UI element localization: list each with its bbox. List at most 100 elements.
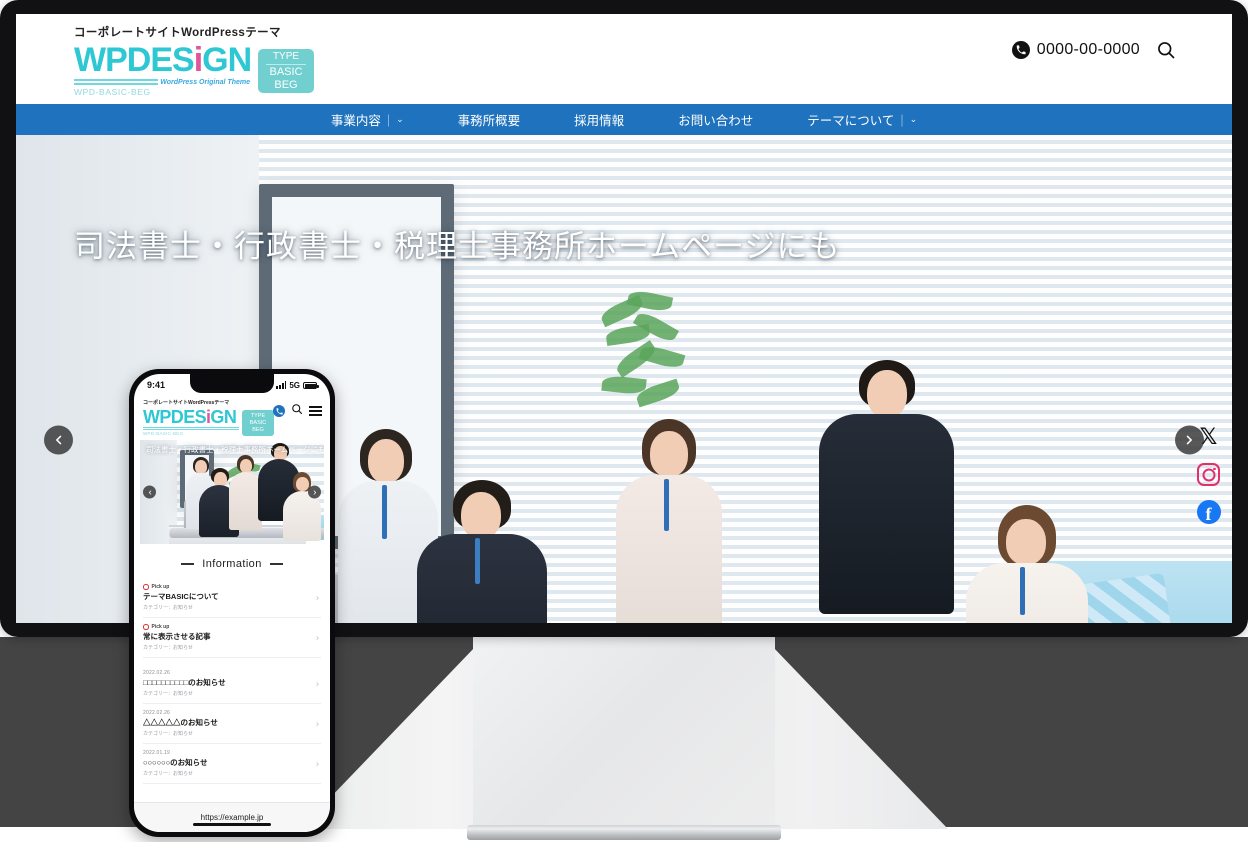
logo-word-b: GN [202, 41, 252, 79]
phone-logo-wordmark: WPDESiGN [143, 408, 239, 426]
logo-rules: WordPress Original Theme [74, 79, 252, 86]
logo-word-i: i [193, 41, 204, 79]
x-icon[interactable]: 𝕏 [1196, 425, 1221, 450]
nav-label-contact: お問い合わせ [678, 114, 754, 128]
phone-icon [1011, 41, 1030, 59]
phone-link[interactable]: 0000-00-0000 [1011, 41, 1140, 59]
phone-url-text: https://example.jp [200, 813, 264, 822]
hero-title: 司法書士・行政書士・税理士事務所ホームページにも [74, 229, 841, 264]
nav-label-about-theme: テーマについて [807, 114, 895, 128]
news-list: Pick up テーマBASICについて カテゴリー：お知らせ › Pick u… [134, 578, 330, 784]
brand-logo[interactable]: コーポレートサイトWordPressテーマ WPDESiGN WordPress… [74, 24, 314, 97]
news-title: テーマBASICについて [143, 592, 219, 601]
chevron-right-icon: › [316, 758, 319, 768]
chevron-right-icon: › [316, 632, 319, 642]
instagram-icon[interactable] [1196, 462, 1221, 487]
pickup-label: Pick up [151, 584, 170, 590]
home-indicator [193, 822, 271, 826]
news-category: カテゴリー：お知らせ [143, 605, 193, 611]
facebook-icon[interactable]: f [1196, 499, 1221, 524]
logo-wordmark: WPDESiGN [74, 43, 252, 77]
phone-screen: 9:41 5G コーポレートサイトWordPressテーマ WPDESiGN W… [134, 374, 330, 832]
information-heading-text: Information [202, 558, 262, 570]
monitor-stand-column [473, 637, 775, 827]
news-category: カテゴリー：お知らせ [143, 645, 193, 651]
chevron-down-icon: ⌄ [396, 114, 404, 124]
phone-logo-b: GN [210, 407, 237, 427]
chevron-right-icon: › [316, 718, 319, 728]
chevron-down-icon-2: ⌄ [909, 114, 918, 124]
news-title: ○○○○○○のお知らせ [143, 758, 208, 767]
news-date: 2022.02.26 [143, 710, 171, 716]
monitor-backdrop-right [948, 637, 1248, 827]
nav-label-recruit: 採用情報 [574, 114, 625, 128]
news-category: カテゴリー：お知らせ [143, 771, 193, 777]
list-item[interactable]: Pick up 常に表示させる記事 カテゴリー：お知らせ › [143, 618, 321, 658]
phone-call-icon[interactable] [273, 405, 285, 417]
pickup-badge: Pick up [143, 624, 307, 630]
header-utility: 0000-00-0000 [1011, 40, 1176, 60]
search-icon[interactable] [1156, 40, 1176, 60]
phone-badge-beg: BEG [252, 426, 264, 433]
type-badge: TYPE BASIC BEG [258, 49, 314, 93]
heading-rule-left [181, 563, 195, 565]
news-date: 2022.02.26 [143, 670, 171, 676]
nav-item-services[interactable]: 事業内容 | ⌄ [304, 110, 431, 129]
social-links: 𝕏 f [1196, 425, 1221, 524]
phone-search-icon[interactable] [291, 402, 303, 420]
carousel-prev-button[interactable] [44, 425, 73, 454]
nav-item-about-theme[interactable]: テーマについて | ⌄ [780, 110, 944, 129]
network-label: 5G [289, 380, 300, 390]
mobile-phone-mockup: 9:41 5G コーポレートサイトWordPressテーマ WPDESiGN W… [129, 369, 335, 837]
monitor-stand-foot [467, 825, 781, 840]
heading-rule-right [269, 563, 283, 565]
signal-icon [276, 381, 287, 389]
phone-logo-a: WPDES [143, 407, 207, 427]
phone-hero-carousel: 司法書士・行政書士・税理士事務所ホームページにも [140, 440, 324, 544]
phone-site-header: コーポレートサイトWordPressテーマ WPDESiGN WPD-BASIC… [134, 396, 330, 436]
phone-number: 0000-00-0000 [1036, 41, 1140, 58]
status-indicators: 5G [276, 380, 319, 390]
news-category: カテゴリー：お知らせ [143, 691, 193, 697]
badge-type-label: TYPE [272, 51, 300, 62]
information-heading: Information [134, 558, 330, 570]
phone-url-bar[interactable]: https://example.jp [134, 802, 330, 832]
hamburger-menu-icon[interactable] [309, 406, 322, 416]
logo-subtext: WPD-BASIC-BEG [74, 87, 151, 97]
news-date: 2022.01.19 [143, 750, 171, 756]
phone-hero-image [140, 440, 324, 544]
chevron-right-icon: › [316, 678, 319, 688]
phone-status-bar: 9:41 5G [134, 374, 330, 396]
phone-carousel-next-button[interactable] [308, 485, 321, 499]
phone-type-badge: TYPE BASIC BEG [242, 410, 274, 436]
page-root: コーポレートサイトWordPressテーマ WPDESiGN WordPress… [0, 0, 1248, 842]
phone-hero-title: 司法書士・行政書士・税理士事務所ホームページにも [146, 445, 324, 454]
phone-logo-mark: WPDESiGN WPD-BASIC-BEG [143, 408, 239, 436]
site-header: コーポレートサイトWordPressテーマ WPDESiGN WordPress… [16, 14, 1232, 104]
list-item[interactable]: 2022.01.19 ○○○○○○のお知らせ カテゴリー：お知らせ › [143, 744, 321, 784]
phone-badge-basic: BASIC [249, 419, 267, 426]
list-item[interactable]: 2022.02.26 △△△△△のお知らせ カテゴリー：お知らせ › [143, 704, 321, 744]
nav-divider: | [386, 112, 391, 127]
phone-logo-rules [143, 427, 239, 430]
pickup-label: Pick up [151, 624, 170, 630]
nav-item-recruit[interactable]: 採用情報 [547, 110, 651, 129]
news-title: △△△△△のお知らせ [143, 718, 218, 727]
logo-theme-note: WordPress Original Theme [158, 79, 252, 86]
nav-item-contact[interactable]: お問い合わせ [651, 110, 780, 129]
pickup-dot-icon [143, 584, 149, 590]
list-item[interactable]: 2022.02.26 □□□□□□□□□□のお知らせ カテゴリー：お知らせ › [143, 664, 321, 704]
badge-beg-label: BEG [274, 79, 298, 91]
phone-logo-subtext: WPD-BASIC-BEG [143, 431, 184, 436]
news-title: 常に表示させる記事 [143, 632, 211, 641]
phone-badge-type: TYPE [250, 412, 266, 419]
logo-word-a: WPDES [74, 41, 195, 79]
news-category: カテゴリー：お知らせ [143, 731, 193, 737]
nav-item-overview[interactable]: 事務所概要 [431, 110, 548, 129]
pickup-dot-icon [143, 624, 149, 630]
site-tagline: コーポレートサイトWordPressテーマ [74, 27, 281, 39]
list-item[interactable]: Pick up テーマBASICについて カテゴリー：お知らせ › [143, 578, 321, 618]
status-time: 9:41 [147, 380, 166, 390]
phone-carousel-prev-button[interactable] [143, 485, 156, 499]
news-title: □□□□□□□□□□のお知らせ [143, 678, 226, 687]
